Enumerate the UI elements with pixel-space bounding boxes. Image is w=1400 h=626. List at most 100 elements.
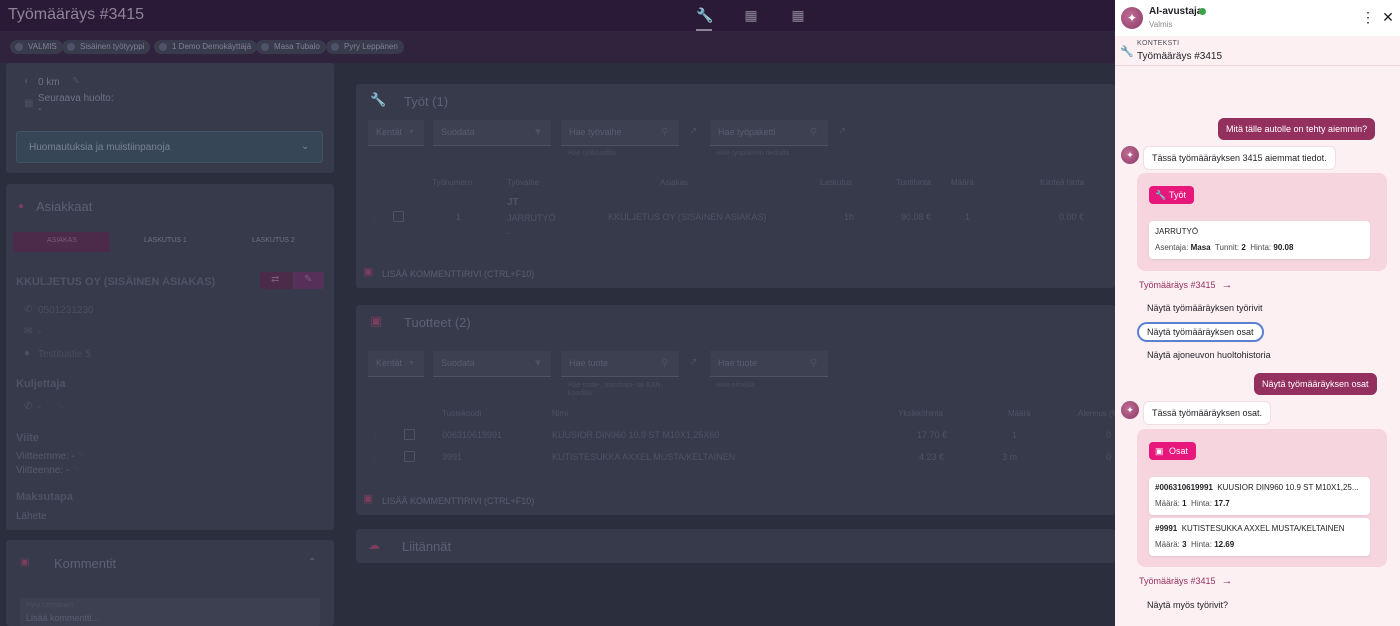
customer-email: - [38, 327, 42, 338]
suggestion-chip[interactable]: Näytä työmääräyksen työrivit [1139, 298, 1271, 318]
search-name-input[interactable]: Hae tuote ⚲ [710, 351, 828, 377]
col-header: Työnumero [432, 178, 473, 187]
row-checkbox[interactable] [393, 211, 404, 222]
suggestion-chip[interactable]: Näytä työmääräyksen osat [1137, 322, 1264, 342]
wrench-icon: 🔧 [1155, 190, 1167, 200]
user-chip[interactable]: 1 Demo Demokäyttäjä [154, 40, 258, 54]
work-customer: KKULJETUS OY (SISÄINEN ASIAKAS) [608, 212, 767, 222]
notes-accordion[interactable]: Huomautuksia ja muistiinpanoja ⌄ [16, 131, 323, 163]
attachments-panel[interactable]: ☁ Liitännät [356, 529, 1115, 563]
tab-billing-1[interactable]: LASKUTUS 1 [144, 237, 187, 244]
part-item-name: #9991 KUTISTESUKKA AXXEL MUSTA/KELTAINEN [1155, 524, 1345, 533]
fields-select[interactable]: Kentät ▼ [368, 351, 424, 377]
search-package-input[interactable]: Hae työpaketti ⚲ [710, 120, 828, 146]
drag-handle[interactable]: ⋮ [370, 430, 379, 441]
notes-label: Huomautuksia ja muistiinpanoja [29, 142, 171, 153]
more-options-icon[interactable]: ⋮ [1361, 9, 1375, 25]
wrench-icon[interactable]: 🔧 [696, 7, 713, 31]
filter-input[interactable]: Suodata ▼ [433, 351, 551, 377]
search-phase-input[interactable]: Hae työvaihe ⚲ [561, 120, 679, 146]
work-qty: 1 [965, 212, 971, 222]
calendar-icon[interactable]: ▦ [743, 7, 759, 23]
location-icon: ● [24, 348, 31, 359]
arrow-right-icon: → [1221, 575, 1233, 587]
next-service-value: - [38, 104, 42, 115]
worktype-chip[interactable]: Sisäinen työtyyppi [62, 40, 151, 54]
col-header: Nimi [552, 409, 568, 418]
work-billing: 1h [844, 212, 855, 222]
owner-chip[interactable]: Pyry Leppänen [326, 40, 404, 54]
work-item-details: Asentaja: Masa Tunnit: 2 Hinta: 90.08 [1155, 243, 1294, 252]
customer-phone: 0501231230 [38, 305, 94, 316]
drag-handle[interactable]: ⋮ [370, 212, 379, 223]
filter-icon: ▼ [533, 127, 543, 138]
part-item-card[interactable]: #9991 KUTISTESUKKA AXXEL MUSTA/KELTAINEN… [1149, 518, 1370, 556]
swap-icon: ⇄ [271, 274, 280, 285]
speedometer-icon: ◐ [24, 76, 31, 87]
work-code: JT [507, 197, 519, 208]
edit-icon[interactable]: ✎ [56, 402, 66, 412]
user-message: Näytä työmääräyksen osat [1254, 373, 1377, 395]
suggestion-chip[interactable]: Näytä myös työrivit? [1139, 595, 1236, 615]
work-item-card[interactable]: JARRUTYÖ Asentaja: Masa Tunnit: 2 Hinta:… [1149, 221, 1370, 259]
edit-customer-button[interactable]: ✎ [293, 272, 324, 289]
tab-billing-2[interactable]: LASKUTUS 2 [252, 237, 295, 244]
work-order-link[interactable]: Työmääräys #3415 → [1139, 279, 1233, 291]
drag-handle[interactable]: ⋮ [370, 452, 379, 463]
row-checkbox[interactable] [404, 451, 415, 462]
tab-customer[interactable]: ASIAKAS [13, 232, 110, 252]
part-item-details: Määrä: 1 Hinta: 17.7 [1155, 499, 1230, 508]
product-qty: 1 [1012, 430, 1018, 440]
row-checkbox[interactable] [404, 429, 415, 440]
comment-input[interactable]: Pyry Leppänen Lisää kommentti... [20, 598, 320, 626]
fields-select[interactable]: Kentät ▼ [368, 120, 424, 146]
close-icon[interactable]: ✕ [1381, 9, 1395, 25]
product-price: 4.23 € [919, 452, 945, 462]
open-external-icon[interactable]: ↗ [689, 358, 699, 368]
add-comment-row-button[interactable]: LISÄÄ KOMMENTTIRIVI (CTRL+F10) [382, 269, 534, 279]
customer-address: Testitustie 5 [38, 349, 91, 360]
chevron-down-icon: ⌄ [301, 141, 310, 152]
parts-pill[interactable]: ▣ Osat [1149, 442, 1197, 460]
works-pill[interactable]: 🔧 Työt [1149, 186, 1195, 204]
product-price: 17.70 € [917, 430, 948, 440]
filter-input[interactable]: Suodata ▼ [433, 120, 551, 146]
cart-icon: ▣ [370, 313, 383, 328]
status-chip-bar: VALMIS Sisäinen työtyyppi 1 Demo Demokäy… [0, 31, 1115, 63]
edit-icon[interactable]: ✎ [78, 451, 88, 461]
mechanic-chip[interactable]: Masa Tubalo [256, 40, 326, 54]
assistant-name: AI-avustaja [1149, 6, 1203, 17]
reference-title: Viite [16, 432, 40, 444]
open-external-icon[interactable]: ↗ [689, 127, 699, 137]
payment-title: Maksutapa [16, 491, 73, 503]
search-icon: ⚲ [661, 127, 669, 138]
online-status-dot [1199, 8, 1206, 15]
product-name: KUTISTESUKKA AXXEL MUSTA/KELTAINEN [552, 452, 736, 462]
sparkle-icon: ✦ [1121, 7, 1143, 29]
customer-name: KKULJETUS OY (SISÄINEN ASIAKAS) [16, 276, 216, 288]
edit-icon[interactable]: ✎ [72, 465, 82, 475]
search-product-input[interactable]: Hae tuote ⚲ [561, 351, 679, 377]
status-chip[interactable]: VALMIS [10, 40, 63, 54]
products-title: Tuotteet (2) [404, 315, 471, 330]
work-order-link[interactable]: Työmääräys #3415 → [1139, 575, 1233, 587]
calendar-event-icon[interactable]: ▦ [790, 7, 806, 23]
add-comment-icon: ▣ [363, 493, 374, 505]
search-product-hint: Hae tuote-, toimittaja- tai EAN-koodilla [568, 382, 663, 397]
sparkle-icon: ✦ [1121, 401, 1139, 419]
chevron-up-icon[interactable]: ⌃ [308, 558, 318, 568]
open-external-icon[interactable]: ↗ [838, 127, 848, 137]
works-result-card: 🔧 Työt JARRUTYÖ Asentaja: Masa Tunnit: 2… [1137, 173, 1387, 271]
add-comment-row-button[interactable]: LISÄÄ KOMMENTTIRIVI (CTRL+F10) [382, 496, 534, 506]
swap-customer-button[interactable]: ⇄ [260, 272, 292, 289]
works-panel: 🔧 Työt (1) Kentät ▼ Suodata ▼ Hae työvai… [356, 84, 1115, 288]
part-item-card[interactable]: #006310619991 KUUSIOR DIN960 10.9 ST M10… [1149, 477, 1370, 515]
comment-author: Pyry Leppänen [26, 602, 74, 609]
assistant-message: Tässä työmääräyksen osat. [1143, 401, 1272, 425]
suggestion-chip[interactable]: Näytä ajoneuvon huoltohistoria [1139, 345, 1279, 365]
dropdown-icon: ▼ [408, 129, 415, 136]
sparkle-icon: ✦ [1121, 146, 1139, 164]
search-package-hint: Hae työpaketin tiedoilla [717, 150, 790, 157]
works-title: Työt (1) [404, 94, 449, 109]
edit-icon[interactable]: ✎ [72, 77, 82, 87]
